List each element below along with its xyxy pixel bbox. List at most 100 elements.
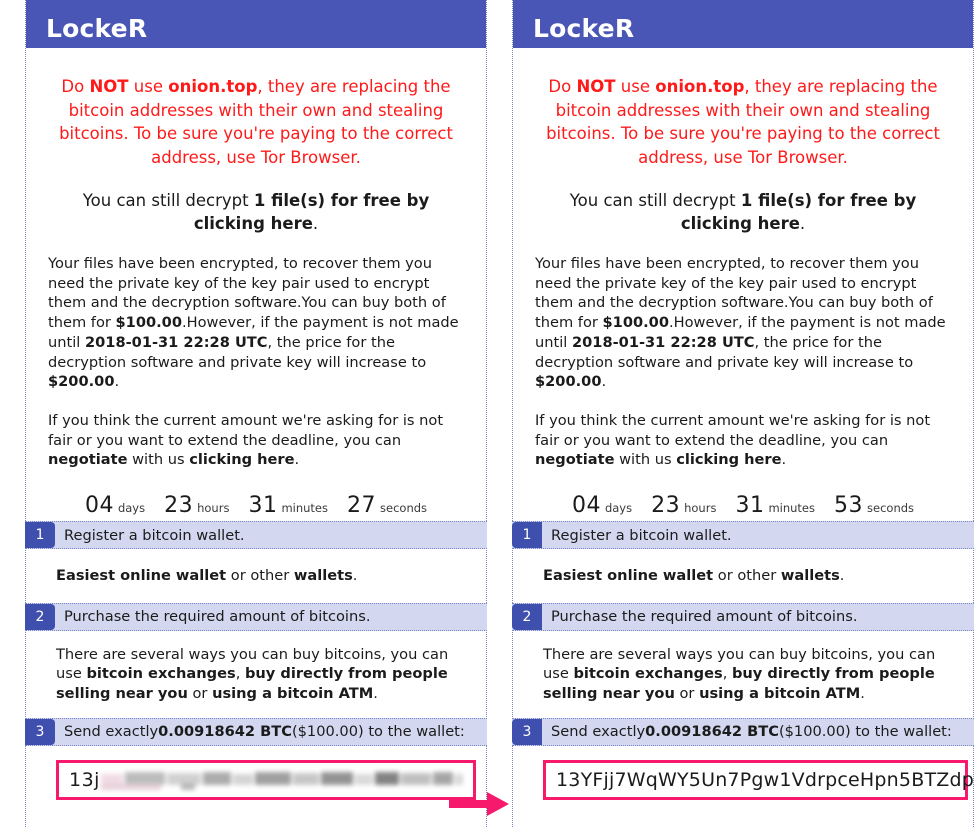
countdown-seconds-left: 27 seconds [347,493,427,518]
step3-part2: ($100.00) to the wallet: [778,723,952,741]
p2-part2: with us [614,451,677,469]
step1-mid: or other [713,567,781,585]
wallet-address-redacted-content: 13j [69,769,463,791]
step-3-number-badge: 3 [25,718,55,745]
wallet-address-wrap-left: 13j [42,746,476,800]
comparison-arrow-annotation [449,791,511,817]
countdown-minutes-left: 31 minutes [248,493,328,518]
countdown-seconds-label: seconds [867,501,915,516]
step-3-header-left: 3 Send exactly 0.00918642 BTC ($100.00) … [25,717,487,746]
p2-negotiate: negotiate [48,451,128,469]
wallet-address-box-redacted[interactable]: 13j [56,759,476,800]
free-offer-post: . [799,214,806,233]
countdown-seconds-right: 53 seconds [834,493,914,518]
countdown-hours-right: 23 hours [651,493,716,518]
note-body-left: Do NOT use onion.top, they are replacing… [25,75,487,800]
other-wallets-link[interactable]: wallets [294,567,353,584]
step2-part4: . [373,685,378,703]
countdown-hours-left: 23 hours [164,493,229,518]
warning-text-left: Do NOT use onion.top, they are replacing… [46,75,466,169]
free-offer-post: . [312,214,319,233]
p2-part2: with us [127,451,190,469]
p1-price: $100.00 [115,314,182,332]
p1-part4: . [114,373,120,391]
p2-part3: . [781,451,787,469]
countdown-hours-label: hours [684,501,717,516]
step1-post: . [839,567,845,585]
p2-part3: . [294,451,300,469]
warning-bold-domain: onion.top [168,77,258,96]
step3-part1: Send exactly [64,723,159,741]
step-1-body-left: Easiest online wallet or other wallets. [42,549,470,603]
p1-deadline: 2018-01-31 22:28 UTC [84,333,268,351]
warning-bold-domain: onion.top [655,77,745,96]
step-1-heading: Register a bitcoin wallet. [551,526,732,544]
other-wallets-link[interactable]: wallets [781,567,840,584]
countdown-days-left: 04 days [85,493,145,518]
warning-text-right: Do NOT use onion.top, they are replacing… [533,75,953,169]
free-offer-pre: You can still decrypt [82,191,254,210]
countdown-days-value: 04 [571,493,601,519]
easiest-online-wallet-link[interactable]: Easiest online wallet [543,567,713,584]
warning-bold-not: NOT [576,77,616,96]
step-1-number-badge: 1 [512,522,542,549]
note-body-right: Do NOT use onion.top, they are replacing… [512,75,974,800]
p2-part1: If you think the current amount we're as… [535,411,931,449]
p2-clicking-here-link[interactable]: clicking here [676,451,781,468]
wallet-address-text: 13YFjj7WqWY5Un7Pgw1VdrpceHpn5BTZdp [556,768,974,791]
countdown-days-right: 04 days [572,493,632,518]
arrow-right-icon [449,792,509,816]
step-1-header-left: 1 Register a bitcoin wallet. [25,521,487,550]
countdown-days-value: 04 [84,493,114,519]
countdown-minutes-value: 31 [735,493,765,519]
p1-price: $100.00 [602,314,669,332]
step2-part4: . [860,685,865,703]
step-3-heading: Send exactly 0.00918642 BTC ($100.00) to… [55,719,487,745]
step-2-body-left: There are several ways you can buy bitco… [42,631,470,718]
countdown-seconds-value: 27 [347,493,377,519]
step2-part2: , [235,665,245,683]
step-3-number-badge: 3 [512,718,542,745]
countdown-hours-label: hours [197,501,230,516]
step3-part1: Send exactly [551,723,646,741]
countdown-minutes-label: minutes [281,501,329,516]
step2-part3: or [674,685,700,703]
ransom-note-panel-left: If you think the current amount we're as… [25,0,487,827]
ransom-paragraph-2-right: If you think the current amount we're as… [535,411,954,470]
bitcoin-exchanges-link[interactable]: bitcoin exchanges [573,665,722,682]
countdown-days-label: days [604,501,633,516]
wallet-address-blur-overlay [100,769,463,791]
step-2-body-right: There are several ways you can buy bitco… [529,631,957,718]
free-decrypt-offer-left: You can still decrypt 1 file(s) for free… [56,189,456,235]
warning-mid: use [128,77,169,96]
note-header-right: If you think the current amount we're as… [513,0,973,48]
wallet-address-visible-prefix: 13j [69,768,100,791]
step-1-header-right: 1 Register a bitcoin wallet. [512,521,974,550]
countdown-timer-right: 04 days 23 hours 31 minutes 53 seconds [529,493,957,521]
countdown-timer-left: 04 days 23 hours 31 minutes 27 seconds [42,493,470,521]
warning-pre: Do [548,77,577,96]
step-1-number-badge: 1 [25,522,55,549]
bitcoin-exchanges-link[interactable]: bitcoin exchanges [86,665,235,682]
countdown-seconds-value: 53 [834,493,864,519]
bitcoin-atm-link[interactable]: using a bitcoin ATM [699,685,860,702]
p2-negotiate: negotiate [535,451,615,469]
step1-post: . [352,567,358,585]
bitcoin-atm-link[interactable]: using a bitcoin ATM [212,685,373,702]
note-header-left: If you think the current amount we're as… [26,0,486,48]
p1-part4: . [601,373,607,391]
page-title-right: LockeR [533,14,635,43]
warning-mid: use [615,77,656,96]
step-2-number-badge: 2 [512,603,542,630]
step-3-heading: Send exactly 0.00918642 BTC ($100.00) to… [542,719,974,745]
step2-part2: , [722,665,732,683]
screenshot-stage: If you think the current amount we're as… [0,0,974,827]
wallet-address-box-revealed[interactable]: 13YFjj7WqWY5Un7Pgw1VdrpceHpn5BTZdp [543,759,974,800]
countdown-hours-value: 23 [164,493,194,519]
step-3-header-right: 3 Send exactly 0.00918642 BTC ($100.00) … [512,717,974,746]
p2-part1: If you think the current amount we're as… [48,411,444,449]
step2-part3: or [187,685,213,703]
p2-clicking-here-link[interactable]: clicking here [189,451,294,468]
free-offer-pre: You can still decrypt [569,191,741,210]
easiest-online-wallet-link[interactable]: Easiest online wallet [56,567,226,584]
